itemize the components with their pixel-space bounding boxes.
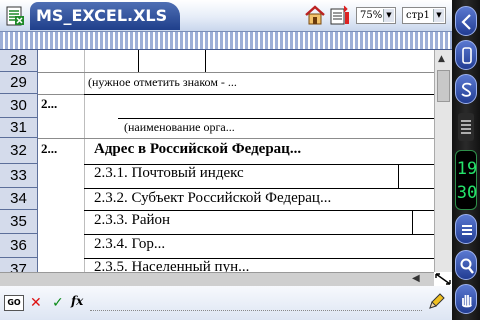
- sync-button[interactable]: [455, 74, 477, 104]
- cell-border: [205, 50, 206, 72]
- row-line: [118, 118, 434, 119]
- cell-label[interactable]: 2.3.3. Район: [94, 212, 170, 229]
- cell-label[interactable]: 2.3.2. Субъект Российской Федерац...: [94, 190, 331, 207]
- row-line: [84, 234, 434, 235]
- sync-icon: [461, 82, 472, 97]
- row-line: [38, 138, 434, 139]
- cell-heading[interactable]: Адрес в Российской Федерац...: [94, 141, 301, 158]
- row-headers: 28 29 30 31 32 33 34 35 36 37: [0, 50, 38, 272]
- clock-minutes: 30: [456, 183, 478, 203]
- home-icon[interactable]: [304, 4, 326, 26]
- back-icon: [461, 14, 471, 30]
- chevron-down-icon: ▼: [433, 9, 444, 22]
- row-line: [38, 72, 434, 73]
- chevron-down-icon: ▼: [383, 9, 394, 22]
- cell-border: [398, 164, 399, 188]
- document-icon: [6, 6, 24, 26]
- sheets-icon[interactable]: [330, 4, 350, 26]
- column-header[interactable]: [0, 32, 452, 50]
- row-header-29[interactable]: 29: [0, 72, 38, 94]
- search-button[interactable]: [455, 250, 477, 280]
- cell-border: [412, 210, 413, 234]
- horizontal-scrollbar[interactable]: ◀: [0, 272, 452, 286]
- go-button[interactable]: GO: [4, 295, 24, 311]
- pencil-icon[interactable]: [426, 292, 446, 312]
- device-icon: [462, 47, 472, 64]
- zoom-value: 75%: [360, 10, 383, 21]
- page-value: стр1: [406, 10, 430, 21]
- device-button[interactable]: [455, 40, 477, 70]
- hand-button[interactable]: [455, 284, 477, 314]
- formula-bar: GO ✕ ✓ fx: [0, 286, 452, 320]
- side-panel: 19 30: [452, 0, 480, 320]
- hand-icon: [462, 295, 472, 308]
- search-icon: [460, 258, 474, 274]
- formula-input[interactable]: [90, 295, 422, 311]
- scroll-thumb[interactable]: [437, 70, 450, 102]
- row-header-32[interactable]: 32: [0, 138, 38, 164]
- cancel-icon[interactable]: ✕: [30, 294, 42, 312]
- row-line: [38, 94, 84, 95]
- accept-icon[interactable]: ✓: [52, 294, 64, 312]
- row-header-37[interactable]: 37: [0, 258, 38, 272]
- row-header-33[interactable]: 33: [0, 164, 38, 188]
- menu-button[interactable]: [455, 214, 477, 244]
- signal-icon: [458, 113, 474, 141]
- resize-icon[interactable]: [434, 272, 452, 286]
- zoom-select[interactable]: 75% ▼: [356, 7, 396, 24]
- clock: 19 30: [455, 150, 477, 210]
- row-line: [84, 188, 434, 189]
- clock-hours: 19: [456, 159, 478, 179]
- vertical-scrollbar[interactable]: ▲: [434, 50, 452, 272]
- window-title: MS_EXCEL.XLS: [30, 2, 180, 30]
- row-line: [84, 210, 434, 211]
- scroll-up-icon[interactable]: ▲: [438, 54, 445, 64]
- row-line: [84, 94, 434, 95]
- menu-icon: [462, 225, 472, 235]
- cell-section-number[interactable]: 2...: [41, 141, 57, 157]
- scroll-left-icon[interactable]: ◀: [412, 273, 420, 284]
- cell-note[interactable]: (наименование орга...: [124, 120, 235, 135]
- row-header-34[interactable]: 34: [0, 188, 38, 210]
- row-header-30[interactable]: 30: [0, 94, 38, 118]
- page-select[interactable]: стр1 ▼: [402, 7, 446, 24]
- column-divider: [84, 50, 85, 272]
- back-button[interactable]: [455, 6, 477, 36]
- cell-label[interactable]: 2.3.5. Населенный пун...: [94, 259, 249, 272]
- row-header-31[interactable]: 31: [0, 118, 38, 138]
- cell-label[interactable]: 2.3.4. Гор...: [94, 236, 165, 253]
- cell-label[interactable]: 2.3.1. Почтовый индекс: [94, 165, 244, 182]
- row-header-35[interactable]: 35: [0, 210, 38, 234]
- title-bar: MS_EXCEL.XLS 75% ▼ стр1 ▼: [0, 0, 452, 32]
- cell-section-number[interactable]: 2...: [41, 96, 57, 112]
- row-header-36[interactable]: 36: [0, 234, 38, 258]
- cell-note[interactable]: (нужное отметить знаком - ...: [88, 75, 237, 90]
- cell-border: [138, 50, 139, 72]
- function-icon[interactable]: fx: [71, 294, 83, 308]
- row-header-28[interactable]: 28: [0, 50, 38, 72]
- spreadsheet-grid[interactable]: (нужное отметить знаком - ... 2... (наим…: [38, 50, 434, 272]
